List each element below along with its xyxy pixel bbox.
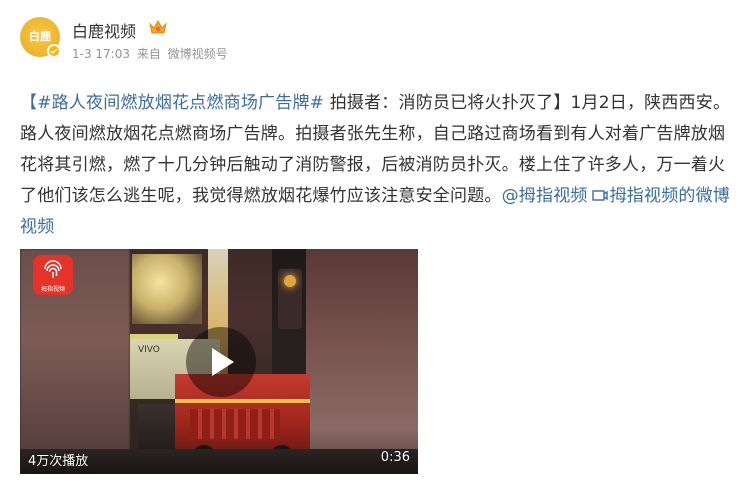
- video-link-icon: [591, 190, 608, 201]
- play-count: 4万次播放: [28, 454, 89, 469]
- video-blur-right: [306, 249, 418, 474]
- post-source[interactable]: 微博视频号: [168, 47, 228, 61]
- video-duration: 0:36: [380, 450, 410, 465]
- burning-sign: [132, 254, 202, 324]
- post-headline: 拍摄者：消防员已将火扑灭了: [324, 93, 554, 113]
- crowd: [138, 404, 178, 449]
- post-meta: 1-3 17:03 来自 微博视频号: [72, 45, 231, 62]
- traffic-light: [278, 269, 302, 329]
- bracket-close: 】: [553, 93, 571, 113]
- mention-link[interactable]: @拇指视频: [502, 186, 588, 206]
- crown-icon: [149, 19, 167, 34]
- post-header: 白鹿 白鹿视频 1-3 17:03 来自 微博视频号: [20, 14, 720, 64]
- play-icon: [212, 348, 234, 376]
- app-logo-text: 拇指视频: [40, 286, 65, 293]
- video-player[interactable]: VIVO 拇指视频 4万次播放 0:36: [20, 249, 418, 474]
- verified-badge-icon: [47, 44, 61, 58]
- post-timestamp[interactable]: 1-3 17:03: [72, 47, 130, 61]
- fire-truck-stripe: [175, 399, 310, 403]
- user-name[interactable]: 白鹿视频: [72, 18, 136, 42]
- fingerprint-icon: [44, 260, 62, 278]
- source-prefix: 来自: [136, 47, 161, 61]
- play-button[interactable]: [186, 327, 256, 397]
- topic-link[interactable]: #路人夜间燃放烟花点燃商场广告牌#: [37, 93, 324, 113]
- app-logo: 拇指视频: [33, 255, 73, 295]
- fire-truck-panel: [190, 409, 280, 439]
- post-text: 【#路人夜间燃放烟花点燃商场广告牌# 拍摄者：消防员已将火扑灭了】1月2日，陕西…: [20, 88, 732, 243]
- facade-text: VIVO: [138, 345, 160, 355]
- bracket-open: 【: [20, 93, 38, 113]
